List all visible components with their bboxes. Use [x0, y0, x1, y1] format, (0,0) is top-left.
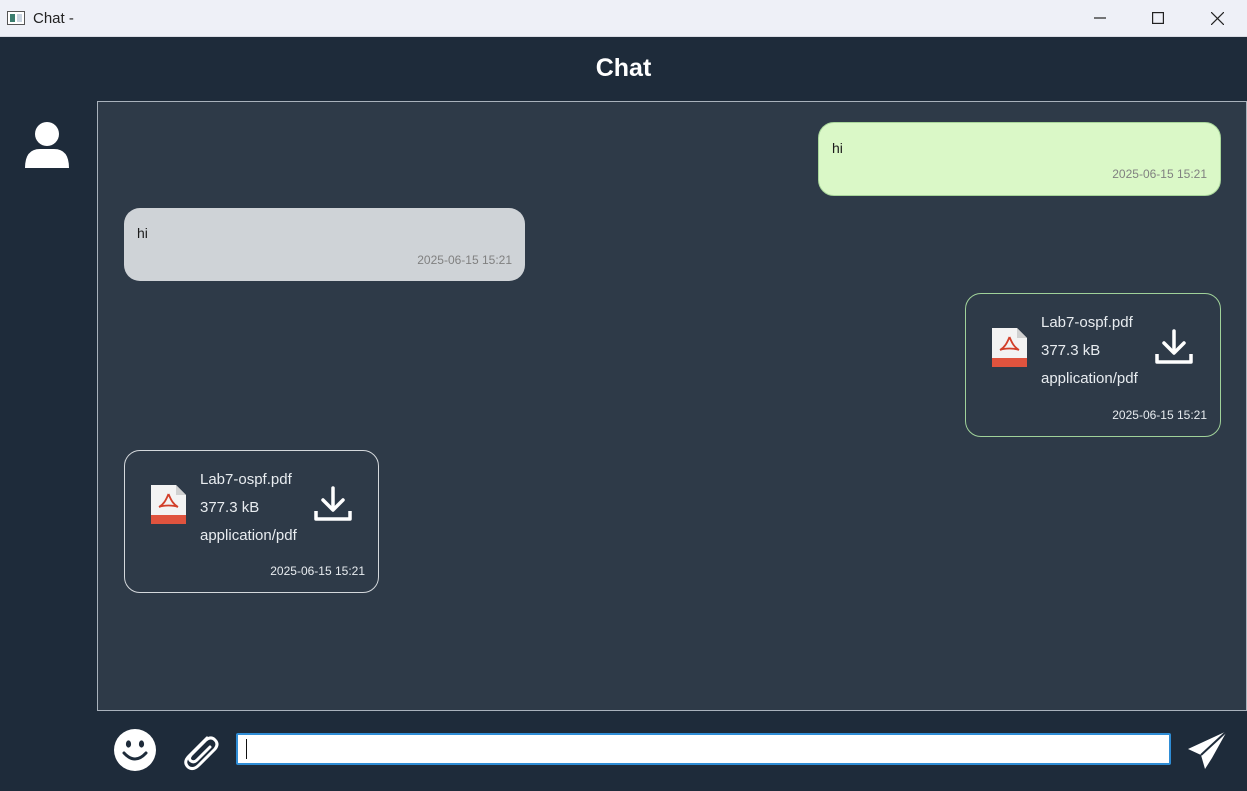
- minimize-icon: [1094, 17, 1106, 19]
- message-text: hi: [832, 140, 843, 156]
- pdf-file-icon: [992, 328, 1027, 367]
- smiley-icon[interactable]: [113, 728, 157, 772]
- file-name: Lab7-ospf.pdf: [1041, 314, 1133, 331]
- file-name: Lab7-ospf.pdf: [200, 471, 292, 488]
- send-icon[interactable]: [1186, 729, 1230, 771]
- message-timestamp: 2025-06-15 15:21: [417, 253, 512, 267]
- maximize-icon: [1152, 12, 1164, 24]
- file-size: 377.3 kB: [1041, 342, 1101, 359]
- message-timestamp: 2025-06-15 15:21: [1112, 167, 1207, 181]
- message-list[interactable]: hi 2025-06-15 15:21 hi 2025-06-15 15:21 …: [97, 101, 1247, 711]
- file-type: application/pdf: [200, 527, 297, 544]
- paperclip-icon[interactable]: [177, 728, 221, 772]
- file-size: 377.3 kB: [200, 499, 260, 516]
- close-icon: [1210, 11, 1224, 25]
- download-icon[interactable]: [1154, 328, 1194, 368]
- window-title: Chat -: [33, 10, 74, 27]
- minimize-button[interactable]: [1071, 0, 1129, 36]
- message-timestamp: 2025-06-15 15:21: [1112, 408, 1207, 422]
- outgoing-file-message: Lab7-ospf.pdf 377.3 kB application/pdf 2…: [965, 293, 1221, 437]
- page-title: Chat: [595, 54, 652, 82]
- message-input[interactable]: [236, 733, 1171, 765]
- message-timestamp: 2025-06-15 15:21: [270, 564, 365, 578]
- message-text: hi: [137, 225, 148, 241]
- incoming-file-message: Lab7-ospf.pdf 377.3 kB application/pdf 2…: [124, 450, 379, 593]
- pdf-file-icon: [151, 485, 186, 524]
- app-icon: [7, 11, 25, 25]
- window-titlebar: Chat -: [0, 0, 1247, 37]
- maximize-button[interactable]: [1129, 0, 1187, 36]
- file-type: application/pdf: [1041, 370, 1138, 387]
- incoming-text-message: hi 2025-06-15 15:21: [124, 208, 525, 281]
- text-cursor: [246, 739, 247, 759]
- download-icon[interactable]: [313, 485, 353, 525]
- close-button[interactable]: [1188, 0, 1246, 36]
- outgoing-text-message: hi 2025-06-15 15:21: [818, 122, 1221, 196]
- user-icon[interactable]: [25, 121, 69, 169]
